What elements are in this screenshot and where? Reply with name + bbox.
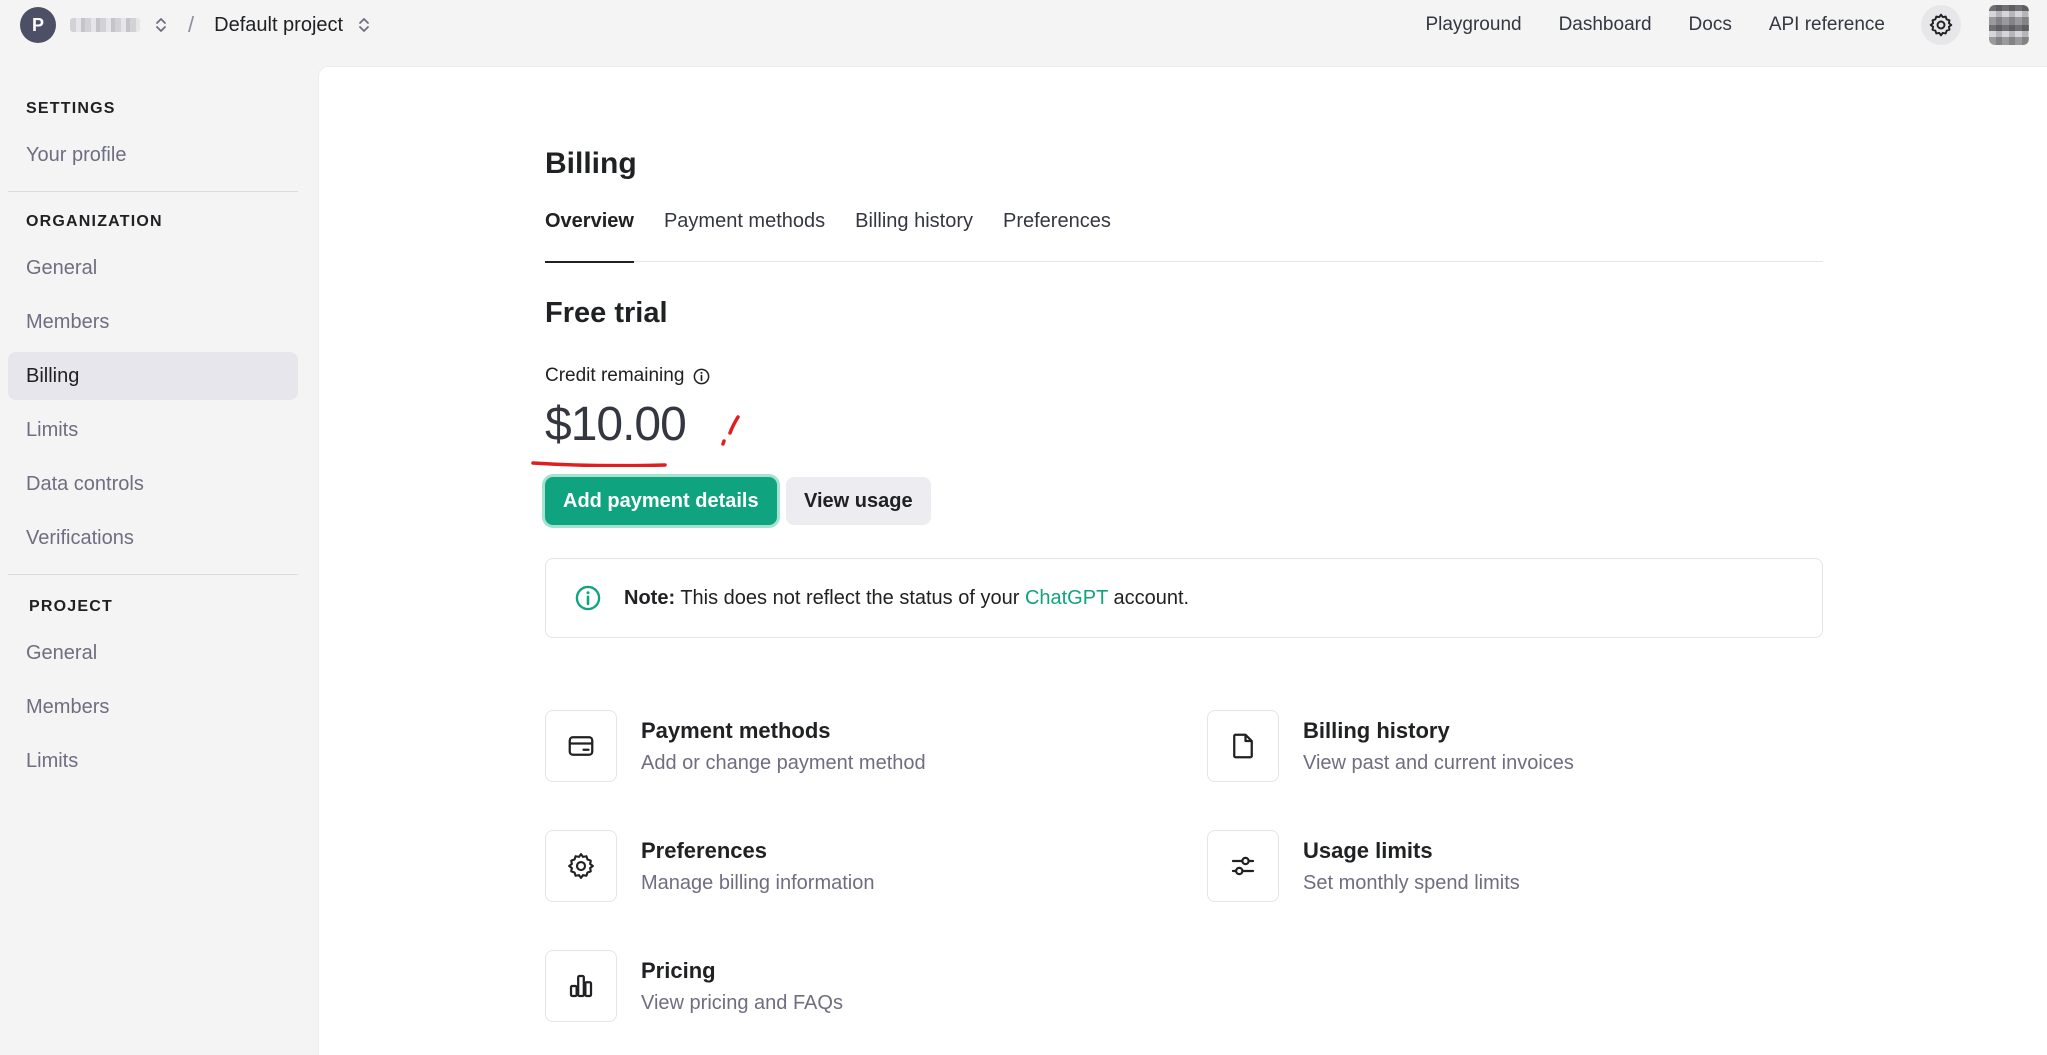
sidebar-item-project-general[interactable]: General — [8, 629, 298, 677]
credit-remaining-value: $10.00 — [545, 398, 687, 451]
project-name[interactable]: Default project — [214, 14, 343, 37]
card-billing-history[interactable]: Billing history View past and current in… — [1207, 710, 1574, 782]
note-banner: Note: This does not reflect the status o… — [545, 558, 1823, 638]
nav-dashboard[interactable]: Dashboard — [1559, 14, 1652, 36]
card-description: View pricing and FAQs — [641, 992, 843, 1014]
sidebar-heading-settings: SETTINGS — [26, 100, 116, 117]
sidebar-item-data-controls[interactable]: Data controls — [8, 460, 298, 508]
sidebar-divider — [8, 191, 298, 192]
nav-api-reference[interactable]: API reference — [1769, 14, 1885, 36]
sidebar-item-billing[interactable]: Billing — [8, 352, 298, 400]
note-text: Note: This does not reflect the status o… — [624, 587, 1189, 610]
tab-billing-history[interactable]: Billing history — [855, 210, 973, 262]
credit-remaining-label: Credit remaining — [545, 365, 711, 387]
gear-icon — [1929, 13, 1953, 37]
add-payment-details-button[interactable]: Add payment details — [545, 477, 777, 525]
card-description: Set monthly spend limits — [1303, 872, 1520, 894]
card-title: Preferences — [641, 838, 767, 863]
sidebar-item-your-profile[interactable]: Your profile — [8, 131, 298, 179]
card-title: Payment methods — [641, 718, 831, 743]
sidebar-item-org-members[interactable]: Members — [8, 298, 298, 346]
bar-chart-icon — [545, 950, 617, 1022]
org-name-redacted[interactable] — [70, 18, 140, 32]
note-label: Note: — [624, 586, 676, 609]
chevron-updown-icon[interactable] — [357, 15, 371, 35]
view-usage-button[interactable]: View usage — [786, 477, 931, 525]
org-avatar[interactable]: P — [20, 7, 56, 43]
nav-docs[interactable]: Docs — [1689, 14, 1732, 36]
sidebar-heading-organization: ORGANIZATION — [26, 213, 163, 230]
settings-sidebar: SETTINGS Your profile ORGANIZATION Gener… — [0, 50, 318, 1055]
top-nav: Playground Dashboard Docs API reference — [1425, 5, 2029, 45]
info-icon[interactable] — [692, 367, 711, 386]
card-payment-methods[interactable]: Payment methods Add or change payment me… — [545, 710, 926, 782]
sliders-icon — [1207, 830, 1279, 902]
card-preferences[interactable]: Preferences Manage billing information — [545, 830, 874, 902]
chatgpt-link[interactable]: ChatGPT — [1025, 587, 1108, 609]
billing-tabs: Overview Payment methods Billing history… — [545, 210, 1823, 263]
card-title: Pricing — [641, 958, 716, 983]
section-title: Free trial — [545, 297, 668, 329]
sidebar-divider — [8, 574, 298, 575]
main-panel: Billing Overview Payment methods Billing… — [318, 66, 2047, 1055]
sidebar-item-project-members[interactable]: Members — [8, 683, 298, 731]
note-text-before: This does not reflect the status of your — [680, 586, 1020, 609]
card-pricing[interactable]: Pricing View pricing and FAQs — [545, 950, 843, 1022]
tab-overview[interactable]: Overview — [545, 210, 634, 263]
sidebar-heading-project: PROJECT — [29, 598, 113, 615]
top-bar: P / Default project Playground Dashboard… — [0, 0, 2047, 50]
tab-payment-methods[interactable]: Payment methods — [664, 210, 825, 262]
chevron-updown-icon[interactable] — [154, 15, 168, 35]
sidebar-item-org-limits[interactable]: Limits — [8, 406, 298, 454]
info-icon — [575, 585, 601, 611]
card-description: Manage billing information — [641, 872, 875, 894]
credit-card-icon — [545, 710, 617, 782]
sidebar-item-project-limits[interactable]: Limits — [8, 737, 298, 785]
document-icon — [1207, 710, 1279, 782]
credit-label-text: Credit remaining — [545, 365, 685, 386]
note-text-after: account. — [1113, 586, 1190, 609]
settings-button[interactable] — [1921, 5, 1961, 45]
card-title: Usage limits — [1303, 838, 1433, 863]
nav-playground[interactable]: Playground — [1425, 14, 1521, 36]
page-title: Billing — [545, 147, 637, 180]
card-description: Add or change payment method — [641, 752, 926, 774]
tab-preferences[interactable]: Preferences — [1003, 210, 1111, 262]
user-avatar[interactable] — [1989, 5, 2029, 45]
sidebar-item-org-general[interactable]: General — [8, 244, 298, 292]
card-title: Billing history — [1303, 718, 1450, 743]
breadcrumb-separator: / — [188, 12, 195, 37]
card-usage-limits[interactable]: Usage limits Set monthly spend limits — [1207, 830, 1520, 902]
sidebar-item-verifications[interactable]: Verifications — [8, 514, 298, 562]
card-description: View past and current invoices — [1303, 752, 1574, 774]
org-project-switcher: P / Default project — [20, 7, 371, 43]
gear-icon — [545, 830, 617, 902]
